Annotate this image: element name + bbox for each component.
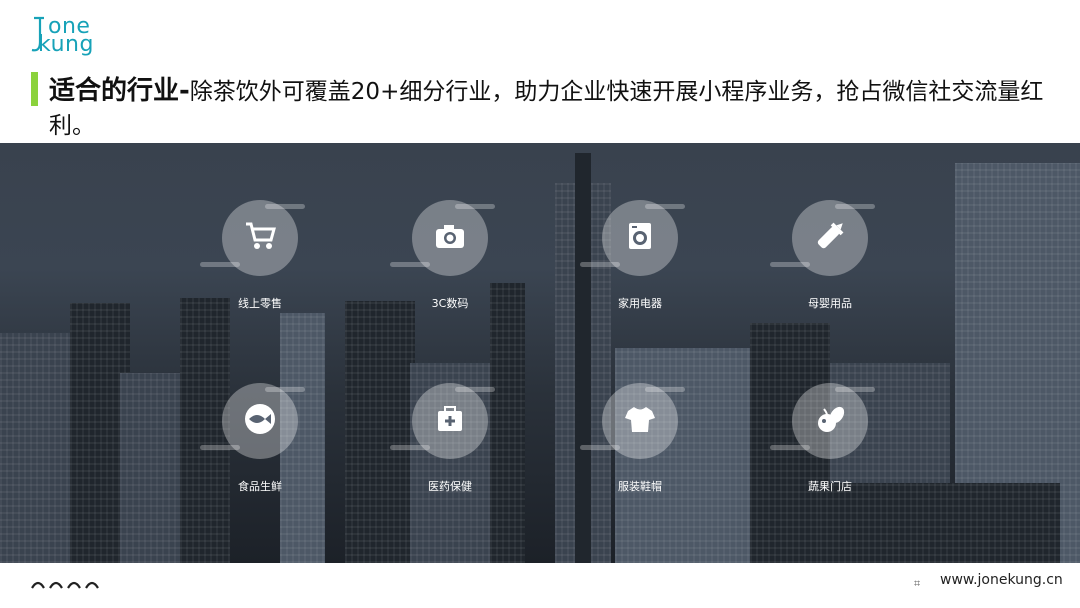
industry-label: 服装鞋帽 [618, 480, 662, 493]
industry-tile[interactable]: 服装鞋帽 [560, 383, 740, 513]
industry-label: 蔬果门店 [808, 480, 852, 493]
camera-icon [436, 225, 464, 248]
industry-tile[interactable]: 3C数码 [370, 200, 550, 330]
footer-website-link[interactable]: www.jonekung.cn [940, 572, 1063, 588]
page-title: 适合的行业-除茶饮外可覆盖20+细分行业，助力企业快速开展小程序业务，抢占微信社… [49, 74, 1059, 143]
medical-kit-icon [438, 406, 462, 431]
title-accent-bar [31, 72, 38, 106]
industry-label: 医药保健 [428, 480, 472, 493]
industry-tile[interactable]: 医药保健 [370, 383, 550, 513]
tshirt-icon [625, 407, 655, 432]
fish-icon [245, 404, 275, 434]
industry-tile[interactable]: 食品生鲜 [180, 383, 360, 513]
shopping-cart-icon [246, 222, 276, 249]
industry-label: 家用电器 [618, 297, 662, 310]
industry-label: 食品生鲜 [238, 480, 282, 493]
logo-text-bottom: kung [38, 32, 94, 57]
footer-hash-icon: ⌗ [914, 577, 921, 590]
industry-tile[interactable]: 家用电器 [560, 200, 740, 330]
industry-tile[interactable]: 蔬果门店 [750, 383, 930, 513]
title-description: 除茶饮外可覆盖20+细分行业，助力企业快速开展小程序业务，抢占微信社交流量红利。 [49, 79, 1044, 139]
industry-label: 母婴用品 [808, 297, 852, 310]
industry-tile[interactable]: 母婴用品 [750, 200, 930, 330]
washing-machine-icon [629, 223, 651, 249]
title-strong: 适合的行业- [49, 76, 190, 106]
industry-label: 线上零售 [238, 297, 282, 310]
industry-tile[interactable]: 线上零售 [180, 200, 360, 330]
vegetable-icon [818, 406, 845, 432]
footer-logo-icon [31, 581, 99, 589]
industry-label: 3C数码 [431, 297, 469, 310]
brand-logo: one kung [26, 14, 96, 60]
city-background-image: 线上零售 3C数码 家用电器 母婴用品 食品生鲜 医药保健 服装鞋帽 蔬果门店 [0, 143, 1080, 563]
baby-bottle-icon [817, 222, 844, 249]
